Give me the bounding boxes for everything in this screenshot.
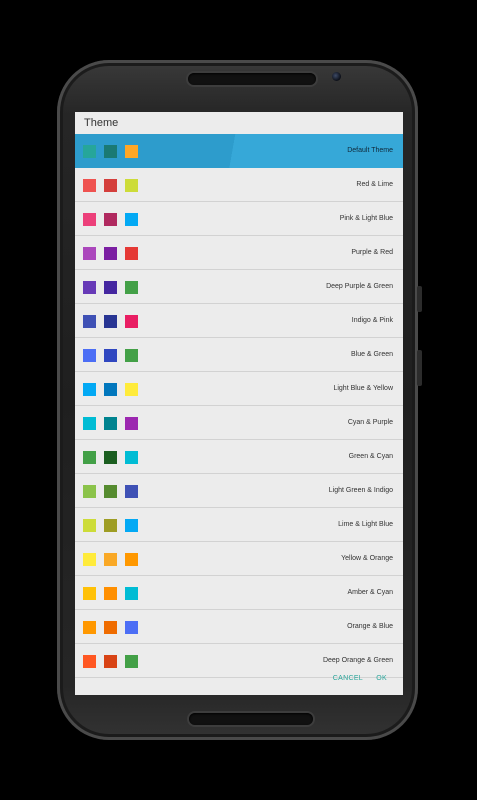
theme-row[interactable]: Deep Purple & Green (75, 270, 403, 304)
theme-name: Red & Lime (356, 181, 393, 188)
color-swatch (104, 349, 117, 362)
color-swatch (104, 621, 117, 634)
color-swatch (83, 519, 96, 532)
color-swatch (83, 179, 96, 192)
theme-row[interactable]: Default Theme (75, 134, 403, 168)
color-swatch (83, 281, 96, 294)
color-swatch (104, 247, 117, 260)
theme-row[interactable]: Cyan & Purple (75, 406, 403, 440)
color-swatch (104, 179, 117, 192)
color-swatch (83, 417, 96, 430)
color-swatch (104, 383, 117, 396)
color-swatch (83, 213, 96, 226)
color-swatch (104, 315, 117, 328)
color-swatch (104, 485, 117, 498)
volume-button (417, 350, 422, 386)
color-swatch (104, 145, 117, 158)
color-swatch (104, 553, 117, 566)
theme-row[interactable]: Purple & Red (75, 236, 403, 270)
theme-row[interactable]: Orange & Blue (75, 610, 403, 644)
ok-button[interactable]: OK (376, 670, 387, 688)
color-swatch (83, 451, 96, 464)
theme-row[interactable]: Light Green & Indigo (75, 474, 403, 508)
color-swatch (83, 553, 96, 566)
theme-name: Green & Cyan (348, 453, 393, 460)
color-swatch (125, 451, 138, 464)
theme-name: Blue & Green (350, 351, 393, 358)
color-swatch (125, 485, 138, 498)
bottom-speaker-grille (189, 713, 313, 725)
color-swatch (104, 587, 117, 600)
color-swatch (83, 349, 96, 362)
color-swatch (125, 247, 138, 260)
theme-row[interactable]: Blue & Green (75, 338, 403, 372)
theme-name: Deep Purple & Green (326, 283, 393, 290)
cancel-button[interactable]: CANCEL (333, 670, 363, 688)
color-swatch (125, 281, 138, 294)
theme-name: Amber & Cyan (347, 589, 393, 596)
color-swatch (125, 315, 138, 328)
color-swatch (83, 621, 96, 634)
theme-row[interactable]: Yellow & Orange (75, 542, 403, 576)
theme-name: Cyan & Purple (347, 419, 393, 426)
color-swatch (125, 213, 138, 226)
color-swatch (104, 519, 117, 532)
dialog-actions: CANCEL OK (75, 670, 403, 688)
color-swatch (104, 451, 117, 464)
theme-name: Purple & Red (351, 249, 393, 256)
screen: Theme Default Theme Red & Lime Pink & Ligh… (75, 112, 403, 695)
color-swatch (125, 553, 138, 566)
theme-name: Light Blue & Yellow (333, 385, 393, 392)
color-swatch (104, 417, 117, 430)
theme-name: Lime & Light Blue (338, 521, 393, 528)
color-swatch (125, 655, 138, 668)
theme-row[interactable]: Amber & Cyan (75, 576, 403, 610)
color-swatch (83, 587, 96, 600)
color-swatch (104, 281, 117, 294)
color-swatch (125, 587, 138, 600)
color-swatch (125, 519, 138, 532)
color-swatch (104, 655, 117, 668)
theme-row[interactable]: Lime & Light Blue (75, 508, 403, 542)
theme-name: Light Green & Indigo (328, 487, 393, 494)
theme-name: Indigo & Pink (351, 317, 393, 324)
theme-row[interactable]: Pink & Light Blue (75, 202, 403, 236)
color-swatch (83, 315, 96, 328)
color-swatch (83, 655, 96, 668)
top-speaker-grille (188, 73, 316, 85)
color-swatch (83, 383, 96, 396)
color-swatch (104, 213, 117, 226)
color-swatch (125, 383, 138, 396)
theme-name: Default Theme (347, 147, 393, 154)
color-swatch (125, 179, 138, 192)
color-swatch (83, 485, 96, 498)
theme-row[interactable]: Red & Lime (75, 168, 403, 202)
color-swatch (125, 621, 138, 634)
color-swatch (125, 417, 138, 430)
theme-name: Orange & Blue (347, 623, 393, 630)
theme-list: Default Theme Red & Lime Pink & Light Blue… (75, 134, 403, 678)
theme-row[interactable]: Green & Cyan (75, 440, 403, 474)
color-swatch (83, 145, 96, 158)
power-button (417, 286, 422, 312)
theme-row[interactable]: Indigo & Pink (75, 304, 403, 338)
theme-row[interactable]: Light Blue & Yellow (75, 372, 403, 406)
front-camera (332, 72, 341, 81)
color-swatch (83, 247, 96, 260)
theme-name: Pink & Light Blue (339, 215, 393, 222)
color-swatch (125, 349, 138, 362)
theme-name: Yellow & Orange (341, 555, 393, 562)
dialog-title: Theme (75, 112, 403, 134)
color-swatch (125, 145, 138, 158)
